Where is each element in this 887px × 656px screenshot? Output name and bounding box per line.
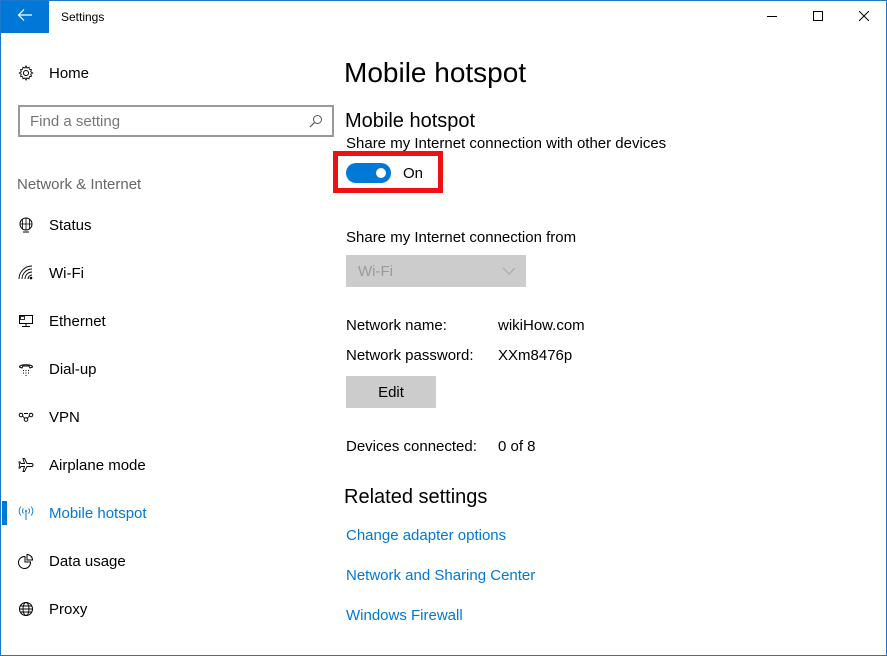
- sidebar-item-ethernet[interactable]: Ethernet: [1, 297, 331, 345]
- settings-window: Settings Home Find a setting Network & I…: [0, 0, 887, 656]
- hotspot-toggle[interactable]: On: [346, 163, 423, 183]
- network-password-row: Network password: XXm8476p: [346, 347, 572, 364]
- related-settings-heading: Related settings: [344, 486, 488, 508]
- sidebar-item-wifi[interactable]: Wi-Fi: [1, 249, 331, 297]
- sidebar-item-label: Mobile hotspot: [49, 504, 147, 522]
- network-name-row: Network name: wikiHow.com: [346, 317, 585, 334]
- page-title: Mobile hotspot: [344, 57, 527, 88]
- sidebar-item-mobile-hotspot[interactable]: Mobile hotspot: [1, 489, 331, 537]
- back-button[interactable]: [1, 1, 49, 33]
- hotspot-heading: Mobile hotspot: [345, 110, 476, 132]
- section-label: Network & Internet: [17, 176, 142, 193]
- globe-icon: [17, 600, 35, 618]
- toggle-state-label: On: [403, 164, 424, 182]
- back-arrow-icon: [17, 8, 33, 27]
- sidebar-item-label: Data usage: [49, 552, 126, 570]
- hotspot-description: Share my Internet connection with other …: [346, 135, 667, 152]
- maximize-button[interactable]: [795, 1, 841, 33]
- search-input[interactable]: [30, 112, 308, 130]
- chevron-down-icon: [502, 262, 516, 280]
- data-usage-icon: [17, 552, 35, 570]
- window-title: Settings: [61, 10, 105, 24]
- minimize-icon: [767, 8, 777, 26]
- sidebar-item-label: Ethernet: [49, 312, 106, 330]
- network-status-icon: [17, 216, 35, 234]
- share-from-label: Share my Internet connection from: [346, 229, 577, 246]
- sidebar-item-dialup[interactable]: Dial-up: [1, 345, 331, 393]
- dropdown-value: Wi-Fi: [358, 262, 393, 280]
- hotspot-icon: [17, 504, 35, 522]
- toggle-switch[interactable]: [346, 163, 391, 183]
- sidebar-item-airplane[interactable]: Airplane mode: [1, 441, 331, 489]
- sidebar-item-label: Status: [49, 216, 92, 234]
- edit-button[interactable]: Edit: [346, 376, 436, 408]
- dialup-phone-icon: [17, 360, 35, 378]
- network-name-value: wikiHow.com: [498, 317, 585, 334]
- network-name-label: Network name:: [346, 317, 447, 334]
- sidebar-item-label: Wi-Fi: [49, 264, 84, 282]
- sidebar-home-label: Home: [49, 64, 90, 82]
- close-button[interactable]: [841, 1, 887, 33]
- sidebar-item-label: Airplane mode: [49, 456, 146, 474]
- sidebar-item-label: VPN: [49, 408, 80, 426]
- gear-icon: [17, 64, 35, 82]
- search-box[interactable]: [18, 105, 334, 137]
- link-network-sharing-center[interactable]: Network and Sharing Center: [346, 567, 535, 584]
- sidebar-item-proxy[interactable]: Proxy: [1, 585, 331, 633]
- sidebar: Home Network & Internet Status: [1, 33, 334, 655]
- sidebar-item-vpn[interactable]: VPN: [1, 393, 331, 441]
- sidebar-item-status[interactable]: Status: [1, 201, 331, 249]
- search-icon[interactable]: [308, 113, 324, 129]
- devices-connected-row: Devices connected: 0 of 8: [346, 438, 536, 455]
- airplane-icon: [17, 456, 35, 474]
- toggle-knob: [376, 168, 386, 178]
- devices-connected-label: Devices connected:: [346, 438, 477, 455]
- share-from-dropdown[interactable]: Wi-Fi: [346, 255, 526, 287]
- ethernet-icon: [17, 312, 35, 330]
- link-windows-firewall[interactable]: Windows Firewall: [346, 607, 463, 624]
- selection-indicator: [2, 501, 7, 525]
- nav-list: Status Wi-Fi Ethernet Dial-up VPN Airpla…: [1, 201, 331, 633]
- network-password-value: XXm8476p: [498, 347, 573, 364]
- vpn-icon: [17, 408, 35, 426]
- sidebar-item-label: Dial-up: [49, 360, 97, 378]
- sidebar-home[interactable]: Home: [17, 61, 89, 85]
- minimize-button[interactable]: [749, 1, 795, 33]
- close-icon: [858, 8, 870, 26]
- maximize-icon: [813, 8, 823, 26]
- sidebar-item-data-usage[interactable]: Data usage: [1, 537, 331, 585]
- wifi-icon: [17, 264, 35, 282]
- network-password-label: Network password:: [346, 347, 474, 364]
- link-change-adapter-options[interactable]: Change adapter options: [346, 527, 506, 544]
- sidebar-item-label: Proxy: [49, 600, 88, 618]
- devices-connected-value: 0 of 8: [498, 438, 536, 455]
- title-bar: Settings: [1, 1, 886, 33]
